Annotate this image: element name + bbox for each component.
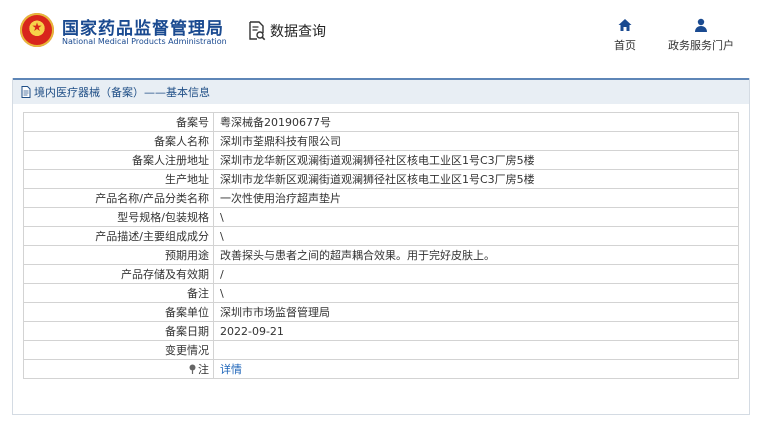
row-value: 详情 xyxy=(213,359,739,379)
table-row: 备案单位 深圳市市场监督管理局 xyxy=(23,302,739,322)
row-key: 型号规格/包装规格 xyxy=(23,207,214,227)
site-header: ★ 国家药品监督管理局 National Medical Products Ad… xyxy=(0,0,760,70)
row-key: 产品名称/产品分类名称 xyxy=(23,188,214,208)
row-value: 深圳市荃鼎科技有限公司 xyxy=(213,131,739,151)
pin-icon xyxy=(189,364,196,374)
row-value: \ xyxy=(213,226,739,246)
row-key: 产品描述/主要组成成分 xyxy=(23,226,214,246)
row-key: 注 xyxy=(23,359,214,379)
data-query-link[interactable]: 数据查询 xyxy=(248,20,326,42)
nav-gov-portal[interactable]: 政务服务门户 xyxy=(662,16,740,53)
table-row: 注 详情 xyxy=(23,359,739,379)
home-icon xyxy=(618,19,632,31)
row-key: 变更情况 xyxy=(23,340,214,360)
table-row: 备案日期 2022-09-21 xyxy=(23,321,739,341)
row-key: 产品存储及有效期 xyxy=(23,264,214,284)
table-row: 变更情况 xyxy=(23,340,739,360)
row-key: 备案日期 xyxy=(23,321,214,341)
brand-subtitle: National Medical Products Administration xyxy=(62,37,227,46)
table-row: 产品描述/主要组成成分 \ xyxy=(23,226,739,246)
table-row: 产品存储及有效期 / xyxy=(23,264,739,284)
row-value: 深圳市市场监督管理局 xyxy=(213,302,739,322)
row-value: 一次性使用治疗超声垫片 xyxy=(213,188,739,208)
row-value: 改善探头与患者之间的超声耦合效果。用于完好皮肤上。 xyxy=(213,245,739,265)
row-key: 备案人注册地址 xyxy=(23,150,214,170)
document-icon xyxy=(21,86,31,98)
row-value: \ xyxy=(213,207,739,227)
table-row: 产品名称/产品分类名称 一次性使用治疗超声垫片 xyxy=(23,188,739,208)
basic-info-table: 备案号 粤深械备20190677号 备案人名称 深圳市荃鼎科技有限公司 备案人注册地… xyxy=(23,112,739,379)
row-value: 深圳市龙华新区观澜街道观澜狮径社区核电工业区1号C3厂房5楼 xyxy=(213,150,739,170)
row-key: 备案单位 xyxy=(23,302,214,322)
panel-header: 境内医疗器械（备案）——基本信息 xyxy=(13,78,749,104)
row-key: 预期用途 xyxy=(23,245,214,265)
nav-home[interactable]: 首页 xyxy=(610,16,640,53)
nav-gov-label: 政务服务门户 xyxy=(668,39,734,52)
brand-title[interactable]: 国家药品监督管理局 xyxy=(62,14,224,39)
table-row: 生产地址 深圳市龙华新区观澜街道观澜狮径社区核电工业区1号C3厂房5楼 xyxy=(23,169,739,189)
data-query-label: 数据查询 xyxy=(270,24,326,40)
table-row: 备注 \ xyxy=(23,283,739,303)
emblem-logo: ★ xyxy=(20,13,54,47)
row-value: 深圳市龙华新区观澜街道观澜狮径社区核电工业区1号C3厂房5楼 xyxy=(213,169,739,189)
table-row: 备案号 粤深械备20190677号 xyxy=(23,112,739,132)
row-value: \ xyxy=(213,283,739,303)
star-icon: ★ xyxy=(31,20,43,34)
row-key: 生产地址 xyxy=(23,169,214,189)
table-row: 型号规格/包装规格 \ xyxy=(23,207,739,227)
row-value xyxy=(213,340,739,360)
row-value: / xyxy=(213,264,739,284)
nav-home-label: 首页 xyxy=(614,39,636,52)
note-key: 注 xyxy=(198,363,209,376)
row-key: 备注 xyxy=(23,283,214,303)
document-search-icon xyxy=(249,21,266,41)
table-row: 备案人注册地址 深圳市龙华新区观澜街道观澜狮径社区核电工业区1号C3厂房5楼 xyxy=(23,150,739,170)
info-panel: 境内医疗器械（备案）——基本信息 备案号 粤深械备20190677号 备案人名称深… xyxy=(12,78,750,415)
panel-title: 境内医疗器械（备案）——基本信息 xyxy=(34,86,210,99)
table-row: 备案人名称 深圳市荃鼎科技有限公司 xyxy=(23,131,739,151)
user-icon xyxy=(695,18,707,32)
row-value: 粤深械备20190677号 xyxy=(213,112,739,132)
table-row: 预期用途 改善探头与患者之间的超声耦合效果。用于完好皮肤上。 xyxy=(23,245,739,265)
row-key: 备案人名称 xyxy=(23,131,214,151)
details-link[interactable]: 详情 xyxy=(220,363,242,376)
row-value: 2022-09-21 xyxy=(213,321,739,341)
row-key: 备案号 xyxy=(23,112,214,132)
